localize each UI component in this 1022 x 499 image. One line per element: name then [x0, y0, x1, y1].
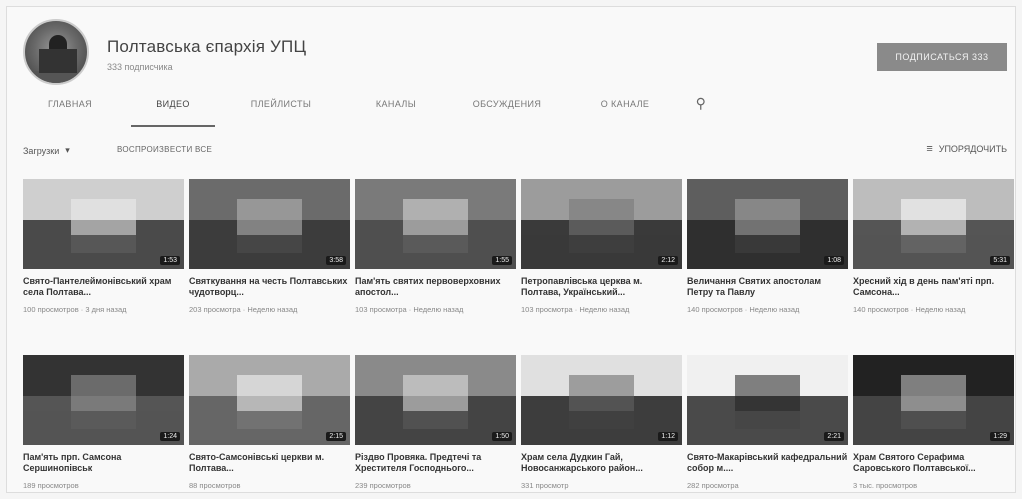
video-card[interactable]: 1:12 Храм села Дудкин Гай, Новосанжарсько…	[521, 355, 682, 491]
video-age: Неделю назад	[915, 305, 966, 314]
channel-name: Полтавська єпархія УПЦ	[107, 37, 307, 56]
tab-playlists[interactable]: ПЛЕЙЛИСТЫ	[235, 93, 327, 127]
video-duration: 2:12	[658, 256, 678, 265]
video-title[interactable]: Пам'ять святих первоверховних апостол...	[355, 276, 516, 298]
video-meta: 88 просмотров	[189, 480, 350, 491]
video-duration: 1:53	[160, 256, 180, 265]
video-meta: 282 просмотра	[687, 480, 848, 491]
video-card[interactable]: 1:29 Храм Святого Серафима Саровського По…	[853, 355, 1014, 491]
channel-avatar[interactable]	[23, 19, 89, 85]
sort-icon: ≡	[926, 143, 933, 155]
video-thumbnail[interactable]: 2:15	[189, 355, 350, 445]
video-card[interactable]: 1:50 Різдво Провяка. Предтечі та Хрестите…	[355, 355, 516, 491]
video-meta: 103 просмотра · Неделю назад	[521, 304, 682, 315]
video-meta: 239 просмотров	[355, 480, 516, 491]
video-card[interactable]: 2:21 Свято-Макарівський кафедральний собо…	[687, 355, 848, 491]
video-card[interactable]: 1:55 Пам'ять святих первоверховних апосто…	[355, 179, 516, 315]
video-views: 140 просмотров	[853, 305, 909, 314]
video-title[interactable]: Петропавлівська церква м. Полтава, Украї…	[521, 276, 682, 298]
video-thumbnail[interactable]: 1:08	[687, 179, 848, 269]
video-duration: 1:55	[492, 256, 512, 265]
tab-channels[interactable]: КАНАЛЫ	[357, 93, 435, 127]
video-duration: 1:12	[658, 432, 678, 441]
channel-tabs: ГЛАВНАЯ ВИДЕО ПЛЕЙЛИСТЫ КАНАЛЫ ОБСУЖДЕНИ…	[23, 93, 721, 127]
caret-down-icon: ▾	[65, 145, 70, 155]
video-views: 189 просмотров	[23, 481, 79, 490]
video-meta: 140 просмотров · Неделю назад	[853, 304, 1014, 315]
subscriber-count: 333 подписчика	[107, 62, 173, 72]
video-views: 103 просмотра	[355, 305, 407, 314]
video-duration: 1:08	[824, 256, 844, 265]
video-card[interactable]: 5:31 Хресний хід в день пам'яті прп. Самс…	[853, 179, 1014, 315]
uploads-label: Загрузки	[23, 145, 60, 156]
video-meta: 140 просмотров · Неделю назад	[687, 304, 848, 315]
video-meta: 100 просмотров · 3 дня назад	[23, 304, 184, 315]
video-card[interactable]: 3:58 Святкування на честь Полтавських чуд…	[189, 179, 350, 315]
video-card[interactable]: 1:53 Свято-Пантелеймонівський храм села П…	[23, 179, 184, 315]
video-thumbnail[interactable]: 1:50	[355, 355, 516, 445]
video-duration: 2:15	[326, 432, 346, 441]
video-age: 3 дня назад	[85, 305, 127, 314]
video-views: 239 просмотров	[355, 481, 411, 490]
video-duration: 5:31	[990, 256, 1010, 265]
video-thumbnail[interactable]: 1:29	[853, 355, 1014, 445]
video-age: Неделю назад	[413, 305, 464, 314]
video-age: Неделю назад	[579, 305, 630, 314]
video-views: 100 просмотров	[23, 305, 79, 314]
video-views: 331 просмотр	[521, 481, 569, 490]
video-age: Неделю назад	[247, 305, 298, 314]
video-thumbnail[interactable]: 2:12	[521, 179, 682, 269]
subscribe-button[interactable]: ПОДПИСАТЬСЯ 333	[877, 43, 1007, 71]
tab-about[interactable]: О КАНАЛЕ	[585, 93, 665, 127]
uploads-dropdown[interactable]: Загрузки ▾	[23, 145, 70, 156]
video-views: 3 тыс. просмотров	[853, 481, 918, 490]
video-title[interactable]: Різдво Провяка. Предтечі та Хрестителя Г…	[355, 452, 516, 474]
sort-button[interactable]: ≡ УПОРЯДОЧИТЬ	[926, 143, 1007, 155]
video-card[interactable]: 2:15 Свято-Самсонівські церкви м. Полтава…	[189, 355, 350, 491]
video-card[interactable]: 1:08 Величання Святих апостолам Петру та …	[687, 179, 848, 315]
video-meta: 103 просмотра · Неделю назад	[355, 304, 516, 315]
video-duration: 1:24	[160, 432, 180, 441]
video-title[interactable]: Свято-Макарівський кафедральний собор м.…	[687, 452, 848, 474]
video-views: 88 просмотров	[189, 481, 241, 490]
video-views: 203 просмотра	[189, 305, 241, 314]
video-title[interactable]: Свято-Пантелеймонівський храм села Полта…	[23, 276, 184, 298]
tab-videos[interactable]: ВИДЕО	[131, 93, 215, 127]
video-thumbnail[interactable]: 3:58	[189, 179, 350, 269]
video-age: Неделю назад	[749, 305, 800, 314]
tab-home[interactable]: ГЛАВНАЯ	[23, 93, 117, 127]
video-thumbnail[interactable]: 1:12	[521, 355, 682, 445]
channel-page: Полтавська єпархія УПЦ 333 подписчика ПО…	[6, 6, 1016, 493]
video-title[interactable]: Величання Святих апостолам Петру та Павл…	[687, 276, 848, 298]
video-views: 282 просмотра	[687, 481, 739, 490]
video-duration: 1:50	[492, 432, 512, 441]
video-title[interactable]: Святкування на честь Полтавських чудотво…	[189, 276, 350, 298]
play-all-button[interactable]: ВОСПРОИЗВЕСТИ ВСЕ	[117, 145, 212, 154]
video-duration: 3:58	[326, 256, 346, 265]
video-meta: 189 просмотров	[23, 480, 184, 491]
video-title[interactable]: Пам'ять прп. Самсона Сершинопівськ	[23, 452, 184, 474]
video-title[interactable]: Свято-Самсонівські церкви м. Полтава...	[189, 452, 350, 474]
video-thumbnail[interactable]: 1:24	[23, 355, 184, 445]
video-thumbnail[interactable]: 1:55	[355, 179, 516, 269]
video-thumbnail[interactable]: 2:21	[687, 355, 848, 445]
search-icon[interactable]: ⚲	[681, 93, 721, 127]
video-title[interactable]: Храм села Дудкин Гай, Новосанжарського р…	[521, 452, 682, 474]
video-card[interactable]: 1:24 Пам'ять прп. Самсона Сершинопівськ 18…	[23, 355, 184, 491]
video-duration: 2:21	[824, 432, 844, 441]
video-thumbnail[interactable]: 1:53	[23, 179, 184, 269]
video-meta: 203 просмотра · Неделю назад	[189, 304, 350, 315]
video-title[interactable]: Храм Святого Серафима Саровського Полтав…	[853, 452, 1014, 474]
video-title[interactable]: Хресний хід в день пам'яті прп. Самсона.…	[853, 276, 1014, 298]
video-duration: 1:29	[990, 432, 1010, 441]
video-views: 103 просмотра	[521, 305, 573, 314]
video-meta: 331 просмотр	[521, 480, 682, 491]
video-card[interactable]: 2:12 Петропавлівська церква м. Полтава, У…	[521, 179, 682, 315]
sort-label: УПОРЯДОЧИТЬ	[938, 144, 1007, 154]
video-views: 140 просмотров	[687, 305, 743, 314]
video-meta: 3 тыс. просмотров	[853, 480, 1014, 491]
video-thumbnail[interactable]: 5:31	[853, 179, 1014, 269]
tab-discussion[interactable]: ОБСУЖДЕНИЯ	[459, 93, 555, 127]
